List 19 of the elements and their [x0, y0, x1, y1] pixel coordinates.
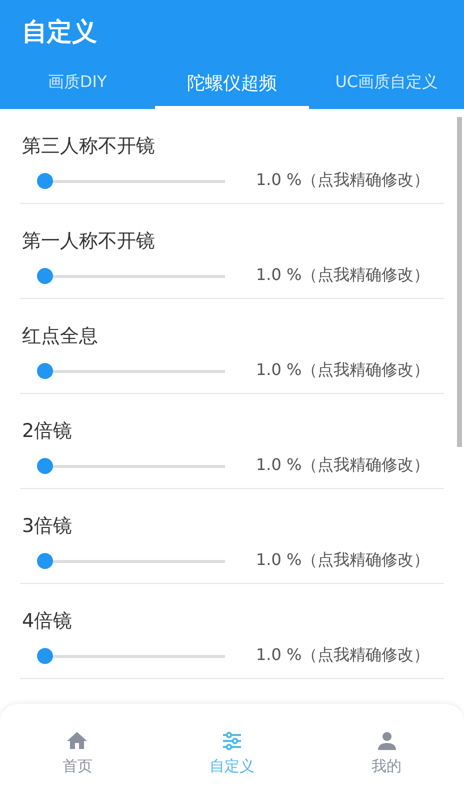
app-title: 自定义 [21, 16, 98, 48]
slider-thumb[interactable] [36, 172, 53, 188]
slider-thumb[interactable] [36, 552, 53, 568]
setting-label: 红点全息 [21, 324, 99, 349]
setting-label: 3倍镜 [21, 514, 74, 539]
setting-label: 4倍镜 [21, 609, 74, 634]
setting-label: 第一人称不开镜 [21, 229, 156, 254]
value-link[interactable]: 1.0 %（点我精确修改） [256, 550, 430, 571]
slider-thumb[interactable] [36, 362, 53, 378]
setting-label: 第三人称不开镜 [21, 134, 156, 159]
value-link[interactable]: 1.0 %（点我精确修改） [256, 170, 430, 191]
slider-thumb[interactable] [36, 648, 53, 664]
value-link[interactable]: 1.0 %（点我精确修改） [256, 455, 430, 476]
value-link[interactable]: 1.0 %（点我精确修改） [256, 265, 430, 286]
slider-thumb[interactable] [36, 458, 53, 474]
slider-thumb[interactable] [36, 268, 53, 284]
value-link[interactable]: 1.0 %（点我精确修改） [256, 645, 430, 666]
setting-label: 2倍镜 [21, 419, 74, 444]
value-link[interactable]: 1.0 %（点我精确修改） [256, 360, 430, 381]
